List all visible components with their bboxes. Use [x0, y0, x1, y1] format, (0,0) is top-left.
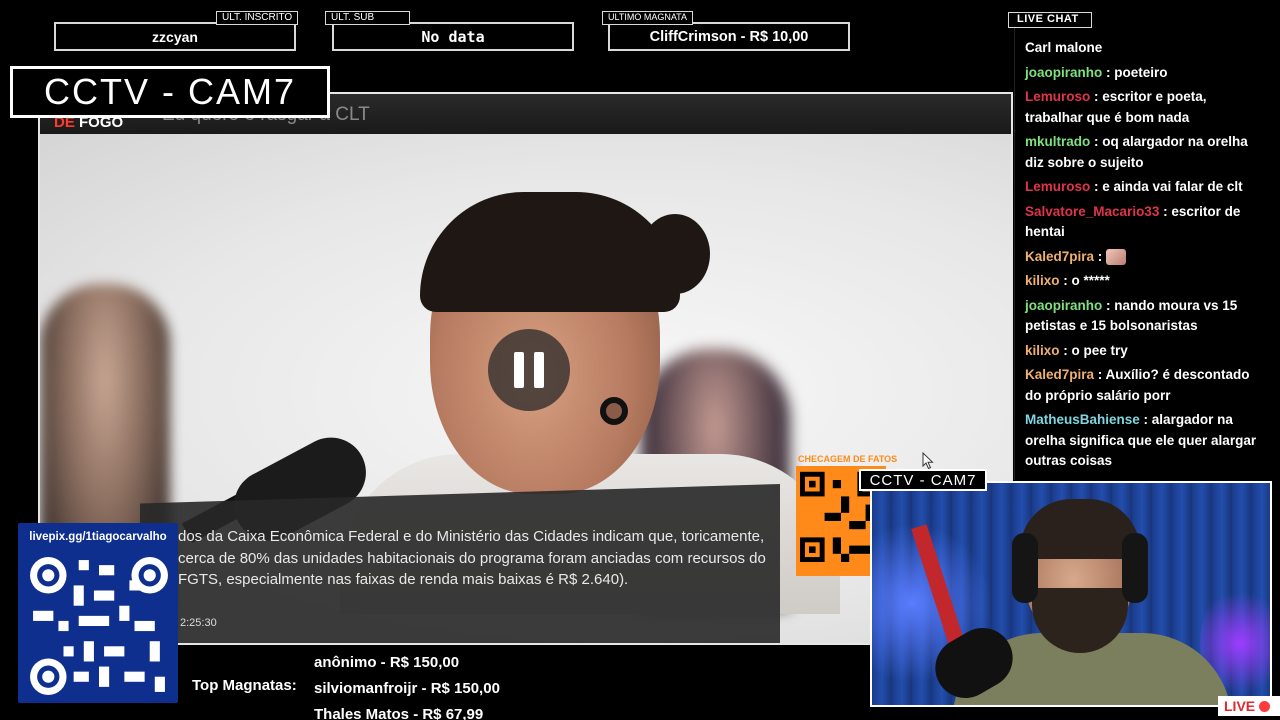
- chat-emote-icon: [1106, 248, 1127, 265]
- chat-username[interactable]: MatheusBahiense: [1025, 412, 1140, 427]
- last-magnata-box: CliffCrimson - R$ 10,00: [608, 22, 850, 51]
- ear-gauge: [600, 397, 628, 425]
- chat-username[interactable]: Kaled7pira: [1025, 367, 1094, 382]
- webcam-cctv-label: CCTV - CAM7: [859, 469, 987, 491]
- live-chat-panel: Carl malone joaopiranho : poeteiro Lemuros…: [1014, 24, 1272, 480]
- top-magnatas-list: anônimo - R$ 150,00 silviomanfroijr - R$…: [314, 650, 500, 720]
- chat-username[interactable]: joaopiranho: [1025, 298, 1102, 313]
- live-badge-text: LIVE: [1224, 698, 1256, 714]
- speaker-hair-bun: [640, 214, 710, 294]
- chat-separator: :: [1090, 89, 1103, 104]
- chat-username[interactable]: Salvatore_Macario33: [1025, 204, 1159, 219]
- magnata-item: Thales Matos - R$ 67,99: [314, 706, 484, 720]
- chat-username[interactable]: Lemuroso: [1025, 89, 1090, 104]
- live-chat-title: LIVE CHAT: [1008, 12, 1092, 28]
- chat-username[interactable]: kilixo: [1025, 273, 1060, 288]
- cctv-label: CCTV - CAM7: [10, 66, 330, 118]
- chat-separator: :: [1159, 203, 1172, 219]
- chat-separator: :: [1094, 248, 1107, 264]
- pause-icon-bar: [534, 352, 544, 388]
- live-badge: LIVE: [1218, 696, 1280, 716]
- chat-text: o *****: [1071, 273, 1110, 288]
- last-sub-value: No data: [421, 27, 485, 46]
- pause-button[interactable]: [488, 329, 570, 411]
- livepix-url: livepix.gg/1tiagocarvalho: [29, 531, 167, 543]
- chat-username[interactable]: kilixo: [1025, 343, 1060, 358]
- chat-separator: :: [1102, 64, 1115, 80]
- video-timestamp: 2:25:30: [180, 617, 217, 629]
- chat-username[interactable]: Lemuroso: [1025, 179, 1090, 194]
- pause-icon: [514, 352, 524, 388]
- chat-message: MatheusBahiense : alargador na orelha si…: [1025, 410, 1264, 472]
- last-sub-tag: ULT. SUB: [325, 11, 410, 25]
- chat-message-list: Carl malone joaopiranho : poeteiro Lemuros…: [1025, 38, 1264, 472]
- chat-separator: :: [1059, 273, 1072, 288]
- last-follower-tag: ULT. INSCRITO: [216, 11, 299, 25]
- chat-separator: :: [1090, 179, 1103, 194]
- headphone-right: [1122, 533, 1148, 603]
- chat-username[interactable]: joaopiranho: [1025, 65, 1102, 80]
- cursor-icon: [922, 452, 934, 470]
- chat-message: Kaled7pira :: [1025, 247, 1264, 268]
- chat-message: Carl malone: [1025, 38, 1264, 59]
- chat-text: poeteiro: [1114, 64, 1168, 80]
- chat-message: Lemuroso : e ainda vai falar de clt: [1025, 177, 1264, 198]
- livepix-qr-icon: [28, 555, 170, 697]
- chat-text: e ainda vai falar de clt: [1102, 179, 1243, 194]
- chat-text: o pee try: [1071, 342, 1128, 358]
- chat-separator: :: [1059, 342, 1072, 358]
- video-caption: dos da Caixa Econômica Federal e do Mini…: [178, 528, 766, 588]
- livepix-panel: livepix.gg/1tiagocarvalho: [18, 523, 178, 703]
- chat-message: joaopiranho : nando moura vs 15 petistas…: [1025, 296, 1264, 337]
- last-follower-box: zzcyan: [54, 22, 296, 51]
- streamer-webcam: [870, 481, 1272, 707]
- chat-separator: :: [1139, 412, 1152, 427]
- headphone-left: [1012, 533, 1038, 603]
- last-sub-box: No data: [332, 22, 574, 51]
- video-player[interactable]: DE FOGO Eu quero é rasgar a CLT dos da C…: [38, 92, 1013, 645]
- chat-message: Lemuroso : escritor e poeta, trabalhar q…: [1025, 87, 1264, 128]
- magnata-item: anônimo - R$ 150,00: [314, 654, 460, 671]
- chat-text: Carl malone: [1025, 40, 1103, 55]
- magnata-item: silviomanfroijr - R$ 150,00: [314, 680, 500, 697]
- chat-message: Kaled7pira : Auxílio? é descontado do pr…: [1025, 365, 1264, 406]
- chat-message: Salvatore_Macario33 : escritor de hentai: [1025, 202, 1264, 243]
- top-magnatas-label: Top Magnatas:: [192, 677, 297, 694]
- chat-message: joaopiranho : poeteiro: [1025, 63, 1264, 84]
- chat-username[interactable]: mkultrado: [1025, 134, 1090, 149]
- chat-separator: :: [1094, 367, 1106, 382]
- last-magnata-value: CliffCrimson - R$ 10,00: [649, 28, 809, 45]
- chat-separator: :: [1090, 134, 1103, 149]
- chat-message: kilixo : o *****: [1025, 271, 1264, 292]
- live-dot-icon: [1259, 700, 1271, 712]
- chat-message: mkultrado : oq alargador na orelha diz s…: [1025, 132, 1264, 173]
- last-magnata-tag: ULTIMO MAGNATA: [602, 11, 694, 25]
- fact-check-label: CHECAGEM DE FATOS: [798, 454, 898, 464]
- last-follower-value: zzcyan: [152, 28, 198, 45]
- chat-separator: :: [1102, 297, 1115, 313]
- chat-username[interactable]: Kaled7pira: [1025, 249, 1094, 264]
- chat-message: kilixo : o pee try: [1025, 341, 1264, 362]
